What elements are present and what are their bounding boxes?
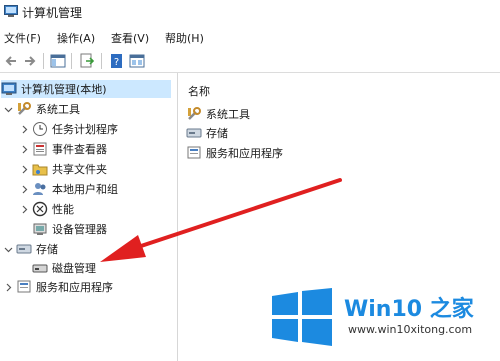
properties-icon[interactable] bbox=[129, 53, 145, 69]
list-item-system-tools[interactable]: 系统工具 bbox=[186, 105, 250, 123]
tree-item-services-applications[interactable]: 服务和应用程序 bbox=[4, 278, 113, 296]
event-viewer-icon bbox=[33, 142, 47, 156]
menu-view[interactable]: 查看(V) bbox=[111, 30, 149, 46]
list-item-storage[interactable]: 存储 bbox=[186, 124, 228, 142]
tree-item-disk-management[interactable]: 磁盘管理 bbox=[32, 259, 96, 277]
disk-icon bbox=[32, 264, 48, 273]
back-icon[interactable] bbox=[3, 53, 19, 69]
tree-item-performance[interactable]: 性能 bbox=[20, 200, 74, 218]
chevron-right-icon[interactable] bbox=[20, 125, 29, 134]
title-bar: 计算机管理 bbox=[0, 0, 500, 24]
svg-text:?: ? bbox=[114, 57, 119, 68]
users-icon bbox=[33, 183, 46, 195]
tree-item-device-manager[interactable]: 设备管理器 bbox=[32, 220, 107, 238]
tree-root-computer-management[interactable]: 计算机管理(本地) bbox=[1, 80, 171, 98]
watermark: Win10 之家 www.win10xitong.com bbox=[268, 283, 500, 361]
tree-item-system-tools[interactable]: 系统工具 bbox=[4, 100, 80, 118]
menu-help[interactable]: 帮助(H) bbox=[165, 30, 204, 46]
tree-item-local-users-groups[interactable]: 本地用户和组 bbox=[20, 180, 118, 198]
chevron-down-icon[interactable] bbox=[4, 245, 13, 254]
chevron-right-icon[interactable] bbox=[20, 205, 29, 214]
shared-folder-icon bbox=[32, 164, 48, 176]
toolbar-separator bbox=[43, 53, 44, 69]
tree-item-storage[interactable]: 存储 bbox=[4, 240, 58, 258]
computer-management-icon bbox=[1, 82, 17, 95]
export-list-icon[interactable] bbox=[79, 53, 95, 69]
tree-item-event-viewer[interactable]: 事件查看器 bbox=[20, 140, 107, 158]
menu-action[interactable]: 操作(A) bbox=[57, 30, 95, 46]
performance-icon bbox=[32, 201, 48, 217]
computer-management-icon bbox=[4, 5, 18, 17]
tools-icon bbox=[18, 102, 31, 115]
toolbar: ? bbox=[0, 50, 500, 73]
toolbar-separator bbox=[101, 53, 102, 69]
tree-item-task-scheduler[interactable]: 任务计划程序 bbox=[20, 120, 118, 138]
show-hide-tree-icon[interactable] bbox=[50, 53, 66, 69]
watermark-url: www.win10xitong.com bbox=[348, 323, 473, 336]
chevron-right-icon[interactable] bbox=[20, 145, 29, 154]
menu-file[interactable]: 文件(F) bbox=[4, 30, 41, 46]
forward-icon[interactable] bbox=[22, 53, 38, 69]
tree-item-shared-folders[interactable]: 共享文件夹 bbox=[20, 160, 107, 178]
watermark-brand: Win10 之家 bbox=[344, 297, 474, 322]
toolbar-separator bbox=[71, 53, 72, 69]
list-item-services-applications[interactable]: 服务和应用程序 bbox=[186, 144, 283, 162]
chevron-right-icon[interactable] bbox=[20, 165, 29, 174]
help-icon[interactable]: ? bbox=[109, 53, 125, 69]
storage-icon bbox=[186, 128, 202, 138]
column-header-name[interactable]: 名称 bbox=[188, 83, 210, 99]
services-icon bbox=[17, 280, 31, 293]
window-title: 计算机管理 bbox=[22, 6, 83, 20]
tools-icon bbox=[188, 107, 201, 120]
windows-logo-icon bbox=[272, 288, 332, 346]
navigation-tree: 计算机管理(本地) 系统工具 任务计划程序 事件查看器 共享文件夹 本地用户和组… bbox=[0, 73, 178, 361]
storage-icon bbox=[16, 244, 32, 254]
chevron-right-icon[interactable] bbox=[20, 185, 29, 194]
clock-icon bbox=[33, 122, 47, 136]
chevron-down-icon[interactable] bbox=[4, 105, 13, 114]
device-manager-icon bbox=[33, 223, 47, 235]
menu-bar: 文件(F) 操作(A) 查看(V) 帮助(H) bbox=[0, 27, 500, 47]
chevron-right-icon[interactable] bbox=[4, 283, 13, 292]
services-icon bbox=[187, 146, 201, 159]
